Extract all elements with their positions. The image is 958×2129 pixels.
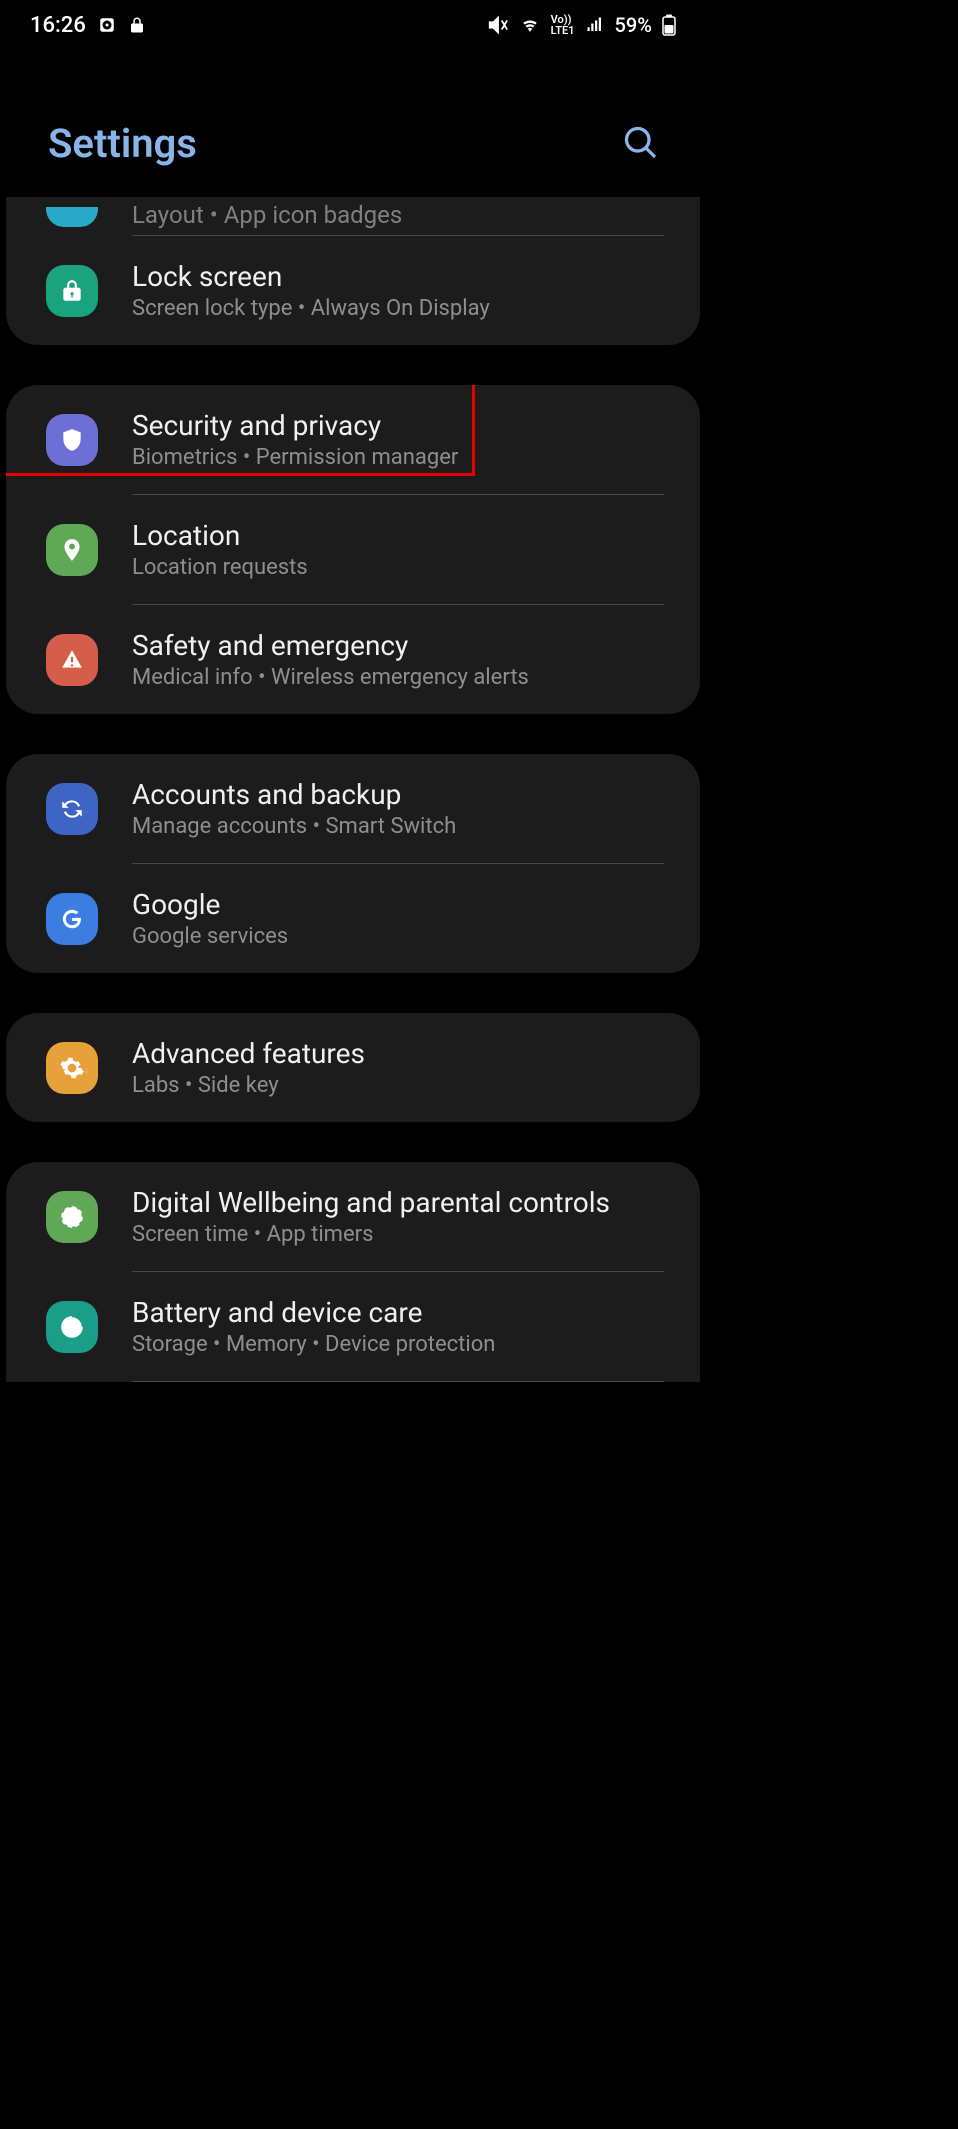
row-subtitle: Manage accounts • Smart Switch	[132, 814, 664, 839]
settings-row-location[interactable]: Location Location requests	[6, 495, 700, 604]
divider	[132, 1381, 664, 1382]
settings-group-accounts: Accounts and backup Manage accounts • Sm…	[6, 754, 700, 973]
settings-row-battery-device-care[interactable]: Battery and device care Storage • Memory…	[6, 1272, 700, 1381]
row-subtitle: Biometrics • Permission manager	[132, 445, 664, 470]
row-title: Advanced features	[132, 1037, 664, 1070]
settings-group-advanced: Advanced features Labs • Side key	[6, 1013, 700, 1122]
shield-icon	[46, 414, 98, 466]
row-title: Accounts and backup	[132, 778, 664, 811]
wifi-icon	[519, 16, 541, 34]
settings-group-security: Security and privacy Biometrics • Permis…	[6, 385, 700, 714]
settings-group-display: Layout • App icon badges Lock screen Scr…	[6, 197, 700, 345]
row-title: Battery and device care	[132, 1296, 664, 1329]
row-subtitle: Storage • Memory • Device protection	[132, 1332, 664, 1357]
settings-row-lock-screen[interactable]: Lock screen Screen lock type • Always On…	[6, 236, 700, 345]
row-title: Lock screen	[132, 260, 664, 293]
row-subtitle: Screen lock type • Always On Display	[132, 296, 664, 321]
settings-row-security-privacy[interactable]: Security and privacy Biometrics • Permis…	[6, 385, 700, 494]
pin-icon	[46, 524, 98, 576]
lock-icon	[46, 265, 98, 317]
google-icon	[46, 893, 98, 945]
status-right: Vo)) LTE1 59%	[487, 13, 676, 37]
network-label: Vo)) LTE1	[551, 14, 575, 36]
heart-circle-icon	[46, 1191, 98, 1243]
sync-icon	[46, 783, 98, 835]
settings-row-digital-wellbeing[interactable]: Digital Wellbeing and parental controls …	[6, 1162, 700, 1271]
clock-time: 16:26	[30, 13, 86, 38]
page-title: Settings	[48, 120, 197, 167]
row-subtitle: Google services	[132, 924, 664, 949]
settings-row-home-screen[interactable]: Layout • App icon badges	[6, 197, 700, 235]
row-subtitle: Layout • App icon badges	[132, 201, 664, 229]
home-screen-icon	[46, 207, 98, 227]
settings-group-wellbeing: Digital Wellbeing and parental controls …	[6, 1162, 700, 1382]
row-title: Digital Wellbeing and parental controls	[132, 1186, 664, 1219]
status-left: 16:26	[30, 13, 146, 38]
row-subtitle: Location requests	[132, 555, 664, 580]
battery-percent: 59%	[615, 13, 652, 37]
search-button[interactable]	[622, 124, 658, 164]
clock-icon	[98, 16, 116, 34]
row-title: Google	[132, 888, 664, 921]
row-subtitle: Screen time • App timers	[132, 1222, 664, 1247]
row-subtitle: Labs • Side key	[132, 1073, 664, 1098]
row-title: Security and privacy	[132, 409, 664, 442]
row-title: Location	[132, 519, 664, 552]
lock-status-icon	[128, 15, 146, 35]
settings-row-safety-emergency[interactable]: Safety and emergency Medical info • Wire…	[6, 605, 700, 714]
page-header: Settings	[0, 50, 706, 197]
signal-icon	[585, 16, 605, 34]
gear-plus-icon	[46, 1042, 98, 1094]
device-care-icon	[46, 1301, 98, 1353]
settings-row-advanced-features[interactable]: Advanced features Labs • Side key	[6, 1013, 700, 1122]
status-bar: 16:26 Vo)) LTE1 59%	[0, 0, 706, 50]
row-title: Safety and emergency	[132, 629, 664, 662]
row-subtitle: Medical info • Wireless emergency alerts	[132, 665, 664, 690]
battery-icon	[662, 14, 676, 36]
alert-icon	[46, 634, 98, 686]
settings-row-google[interactable]: Google Google services	[6, 864, 700, 973]
settings-row-accounts-backup[interactable]: Accounts and backup Manage accounts • Sm…	[6, 754, 700, 863]
mute-vibrate-icon	[487, 14, 509, 36]
